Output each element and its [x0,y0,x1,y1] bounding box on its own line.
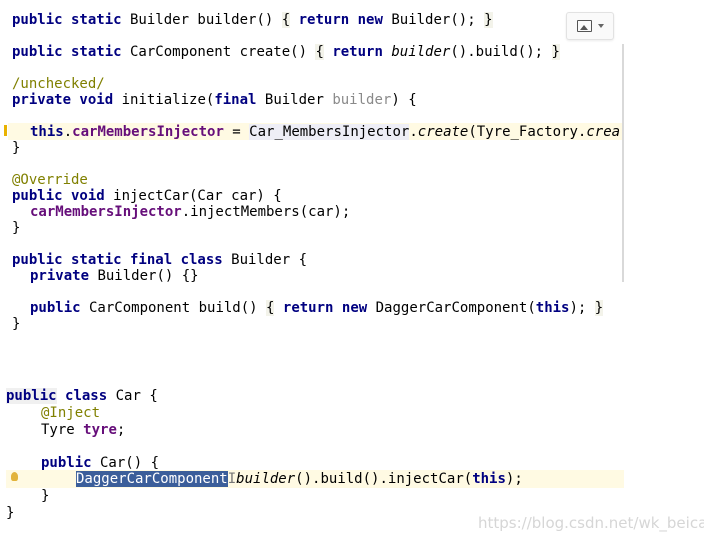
code-line: private void initialize(final Builder bu… [12,92,417,108]
code-annotation: @Override [12,172,88,188]
code-line: public class Car { [6,388,158,404]
code-line: } [12,220,21,236]
image-toolbar-button[interactable] [566,12,614,40]
chevron-down-icon [597,24,604,28]
watermark-text: https://blog.csdn.net/wk_beicai [478,514,704,532]
code-line: public static final class Builder { [12,252,308,268]
code-line: public CarComponent build() { return new… [30,300,604,316]
warning-marker-icon [4,125,7,136]
code-line: } [12,316,21,332]
code-comment: /unchecked/ [12,76,105,92]
code-line: public static CarComponent create() { re… [12,44,560,60]
selected-text: DaggerCarComponent [76,471,228,487]
code-annotation: @Inject [41,405,101,421]
code-line-current[interactable]: this.carMembersInjector = Car_MembersInj… [30,124,620,141]
code-line: Tyre tyre; [41,422,126,438]
vertical-scrollbar[interactable] [622,44,624,282]
code-line: public static Builder builder() { return… [12,12,493,28]
code-line: } [41,488,50,504]
image-icon [576,20,592,32]
code-line: private Builder() {} [30,268,199,284]
code-line: carMembersInjector.injectMembers(car); [30,204,351,220]
lightbulb-icon[interactable] [11,472,18,481]
code-line: } [6,505,15,521]
text-cursor: I [227,471,237,487]
code-line: } [12,140,21,156]
code-line: public void injectCar(Car car) { [12,188,282,204]
code-line-current[interactable]: DaggerCarComponentIbuilder().build().inj… [76,471,523,488]
